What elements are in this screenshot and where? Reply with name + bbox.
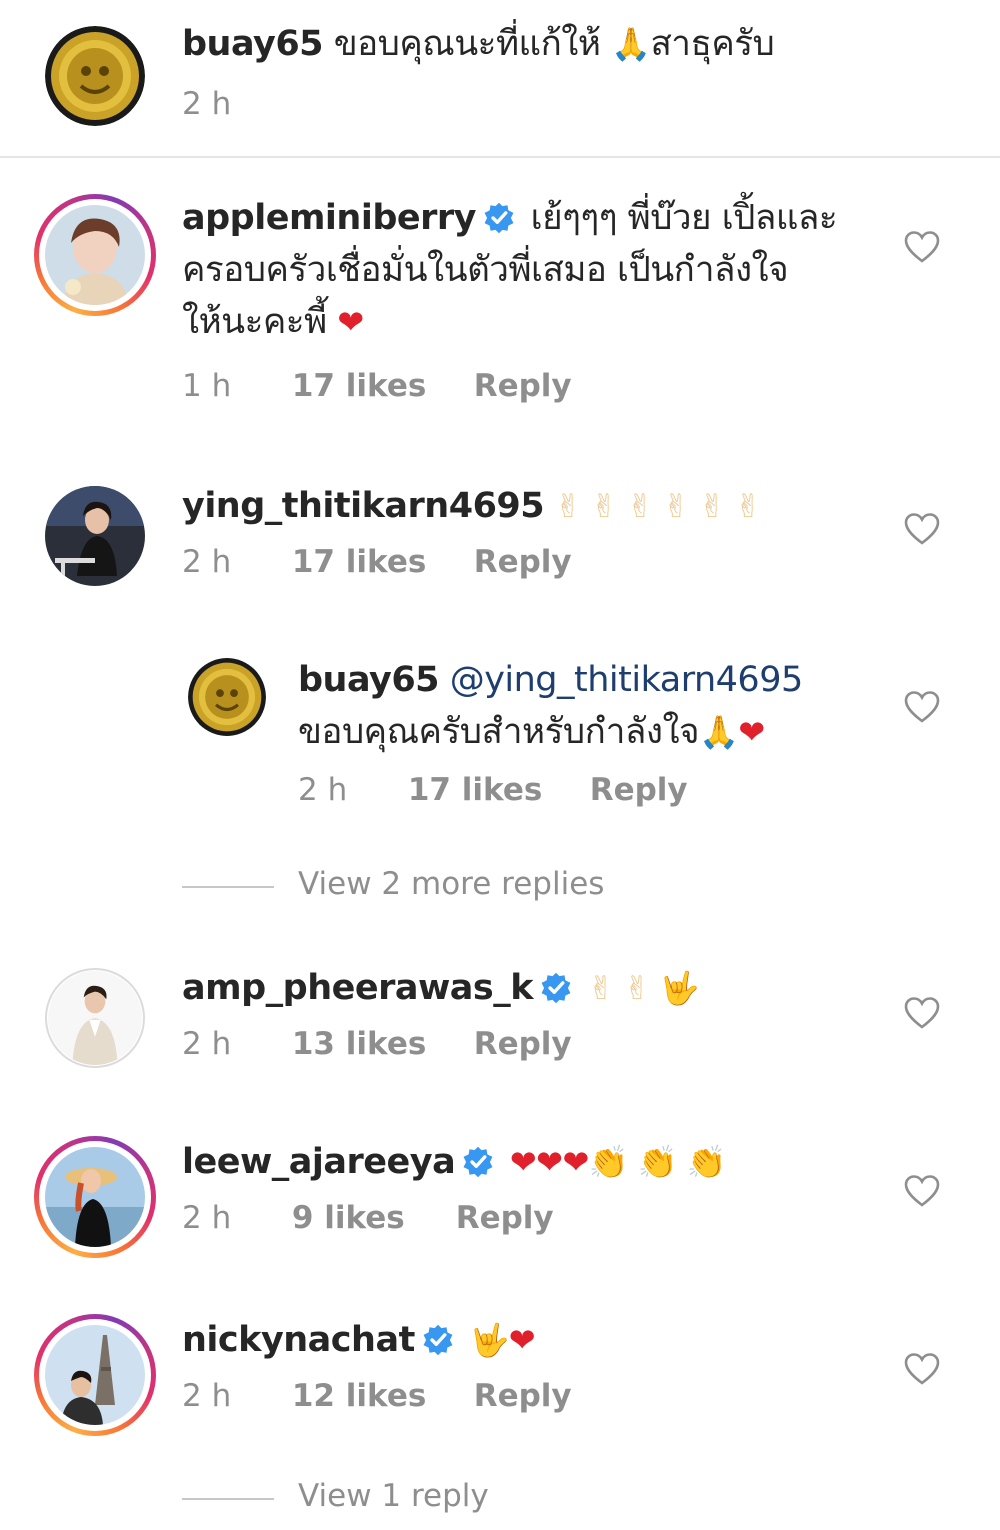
like-heart-icon[interactable] [904, 512, 940, 546]
comment-meta: 2 h 17 likes Reply [182, 544, 572, 580]
comment-meta: 2 h 9 likes Reply [182, 1200, 554, 1236]
love-you-gesture-emoji: 🤟 [469, 1321, 509, 1359]
username[interactable]: nickynachat [182, 1320, 415, 1360]
heart-emoji: ❤ [508, 1321, 536, 1359]
avatar[interactable] [45, 486, 145, 586]
divider-line [182, 886, 274, 888]
comment-meta: 2 h 12 likes Reply [182, 1378, 572, 1414]
reply-button[interactable]: Reply [474, 368, 572, 404]
like-heart-icon[interactable] [904, 690, 940, 724]
comment-text: ขอบคุณนะที่แก้ให้ [333, 24, 601, 64]
username[interactable]: amp_pheerawas_k [182, 968, 534, 1008]
likes-count[interactable]: 13 likes [292, 1026, 464, 1062]
likes-count[interactable]: 9 likes [292, 1200, 446, 1236]
comment-body: nickynachat 🤟❤ [182, 1314, 882, 1366]
comment-text-line3: ให้นะคะพี้ [182, 302, 327, 342]
comment-meta: 2 h [182, 86, 282, 122]
avatar[interactable] [45, 1325, 145, 1425]
avatar[interactable] [45, 205, 145, 305]
like-heart-icon[interactable] [904, 1174, 940, 1208]
likes-count[interactable]: 12 likes [292, 1378, 464, 1414]
timestamp: 1 h [182, 368, 232, 404]
comment-text-after: สาธุครับ [650, 24, 775, 64]
view-one-reply-label[interactable]: View 1 reply [298, 1478, 489, 1514]
hand-gesture-emojis: ✌ ✌ 🤟 [587, 969, 700, 1007]
reply-button[interactable]: Reply [456, 1200, 554, 1236]
avatar[interactable] [188, 658, 266, 736]
verified-badge-icon [461, 1145, 495, 1179]
reply-button[interactable]: Reply [474, 544, 572, 580]
avatar[interactable] [45, 1147, 145, 1247]
profile-photo-icon [45, 205, 145, 305]
profile-photo-icon [45, 1325, 145, 1425]
heart-emoji: ❤ [738, 713, 765, 751]
avatar[interactable] [48, 971, 142, 1065]
verified-badge-icon [482, 201, 516, 235]
username[interactable]: ying_thitikarn4695 [182, 486, 545, 526]
likes-count[interactable]: 17 likes [292, 368, 464, 404]
comment-meta: 2 h 13 likes Reply [182, 1026, 572, 1062]
verified-badge-icon [539, 971, 573, 1005]
comment-body: ying_thitikarn4695 ✌ ✌ ✌ ✌ ✌ ✌ [182, 480, 882, 532]
username[interactable]: appleminiberry [182, 198, 476, 238]
mention-link[interactable]: @ying_thitikarn4695 [450, 660, 804, 700]
like-heart-icon[interactable] [904, 1352, 940, 1386]
view-one-reply[interactable]: View 1 reply [182, 1478, 582, 1518]
comment: amp_pheerawas_k ✌ ✌ 🤟 2 h 13 likes Reply [0, 962, 1000, 1072]
reply-button[interactable]: Reply [474, 1026, 572, 1062]
pray-emoji: 🙏 [611, 25, 651, 63]
clap-emojis: 👏 👏 👏 [588, 1143, 727, 1181]
heart-emojis: ❤❤❤ [509, 1143, 589, 1181]
caption-text: buay65 ขอบคุณนะที่แก้ให้ 🙏สาธุครับ [182, 18, 882, 70]
divider-line [182, 1498, 274, 1500]
username[interactable]: buay65 [298, 660, 440, 700]
comment-meta: 2 h 17 likes Reply [298, 772, 688, 808]
like-heart-icon[interactable] [904, 230, 940, 264]
reply-button[interactable]: Reply [474, 1378, 572, 1414]
comment: appleminiberry เย้ๆๆๆ พี่บ๊วย เปิ้ลและ ค… [0, 190, 1000, 420]
timestamp: 2 h [182, 1200, 232, 1236]
reply-comment: buay65 @ying_thitikarn4695 ขอบคุณครับสำห… [0, 654, 1000, 814]
likes-count[interactable]: 17 likes [408, 772, 580, 808]
timestamp: 2 h [182, 86, 232, 122]
timestamp: 2 h [298, 772, 348, 808]
gold-coin-avatar-icon [45, 26, 145, 126]
comment-text-line1: เย้ๆๆๆ พี่บ๊วย เปิ้ลและ [530, 198, 838, 238]
profile-photo-icon [48, 971, 142, 1065]
likes-count[interactable]: 17 likes [292, 544, 464, 580]
comment-meta: 1 h 17 likes Reply [182, 368, 572, 404]
view-more-replies-label[interactable]: View 2 more replies [298, 866, 604, 902]
caption: buay65 ขอบคุณนะที่แก้ให้ 🙏สาธุครับ 2 h [0, 0, 1000, 158]
comment: ying_thitikarn4695 ✌ ✌ ✌ ✌ ✌ ✌ 2 h 17 li… [0, 480, 1000, 590]
username[interactable]: leew_ajareeya [182, 1142, 456, 1182]
comment-body: appleminiberry เย้ๆๆๆ พี่บ๊วย เปิ้ลและ ค… [182, 192, 882, 348]
view-more-replies[interactable]: View 2 more replies [182, 866, 682, 906]
verified-badge-icon [421, 1323, 455, 1357]
profile-photo-icon [45, 1147, 145, 1247]
profile-photo-icon [45, 486, 145, 586]
comment-body: buay65 @ying_thitikarn4695 ขอบคุณครับสำห… [298, 654, 888, 758]
comment-body: amp_pheerawas_k ✌ ✌ 🤟 [182, 962, 882, 1014]
comment: leew_ajareeya ❤❤❤👏 👏 👏 2 h 9 likes Reply [0, 1136, 1000, 1258]
timestamp: 2 h [182, 544, 232, 580]
gold-coin-avatar-icon [188, 658, 266, 736]
heart-emoji: ❤ [337, 303, 364, 341]
avatar[interactable] [45, 26, 145, 126]
reply-button[interactable]: Reply [590, 772, 688, 808]
victory-hand-emojis: ✌ ✌ ✌ ✌ ✌ ✌ [554, 487, 762, 525]
comment: nickynachat 🤟❤ 2 h 12 likes Reply [0, 1314, 1000, 1436]
like-heart-icon[interactable] [904, 996, 940, 1030]
comment-text-line2: ครอบครัวเชื่อมั่นในตัวพี่เสมอ เป็นกำลังใ… [182, 250, 789, 290]
comment-body: leew_ajareeya ❤❤❤👏 👏 👏 [182, 1136, 882, 1188]
timestamp: 2 h [182, 1378, 232, 1414]
comment-text: ขอบคุณครับสำหรับกำลังใจ [298, 712, 700, 752]
username[interactable]: buay65 [182, 24, 324, 64]
timestamp: 2 h [182, 1026, 232, 1062]
pray-emoji: 🙏 [699, 713, 739, 751]
